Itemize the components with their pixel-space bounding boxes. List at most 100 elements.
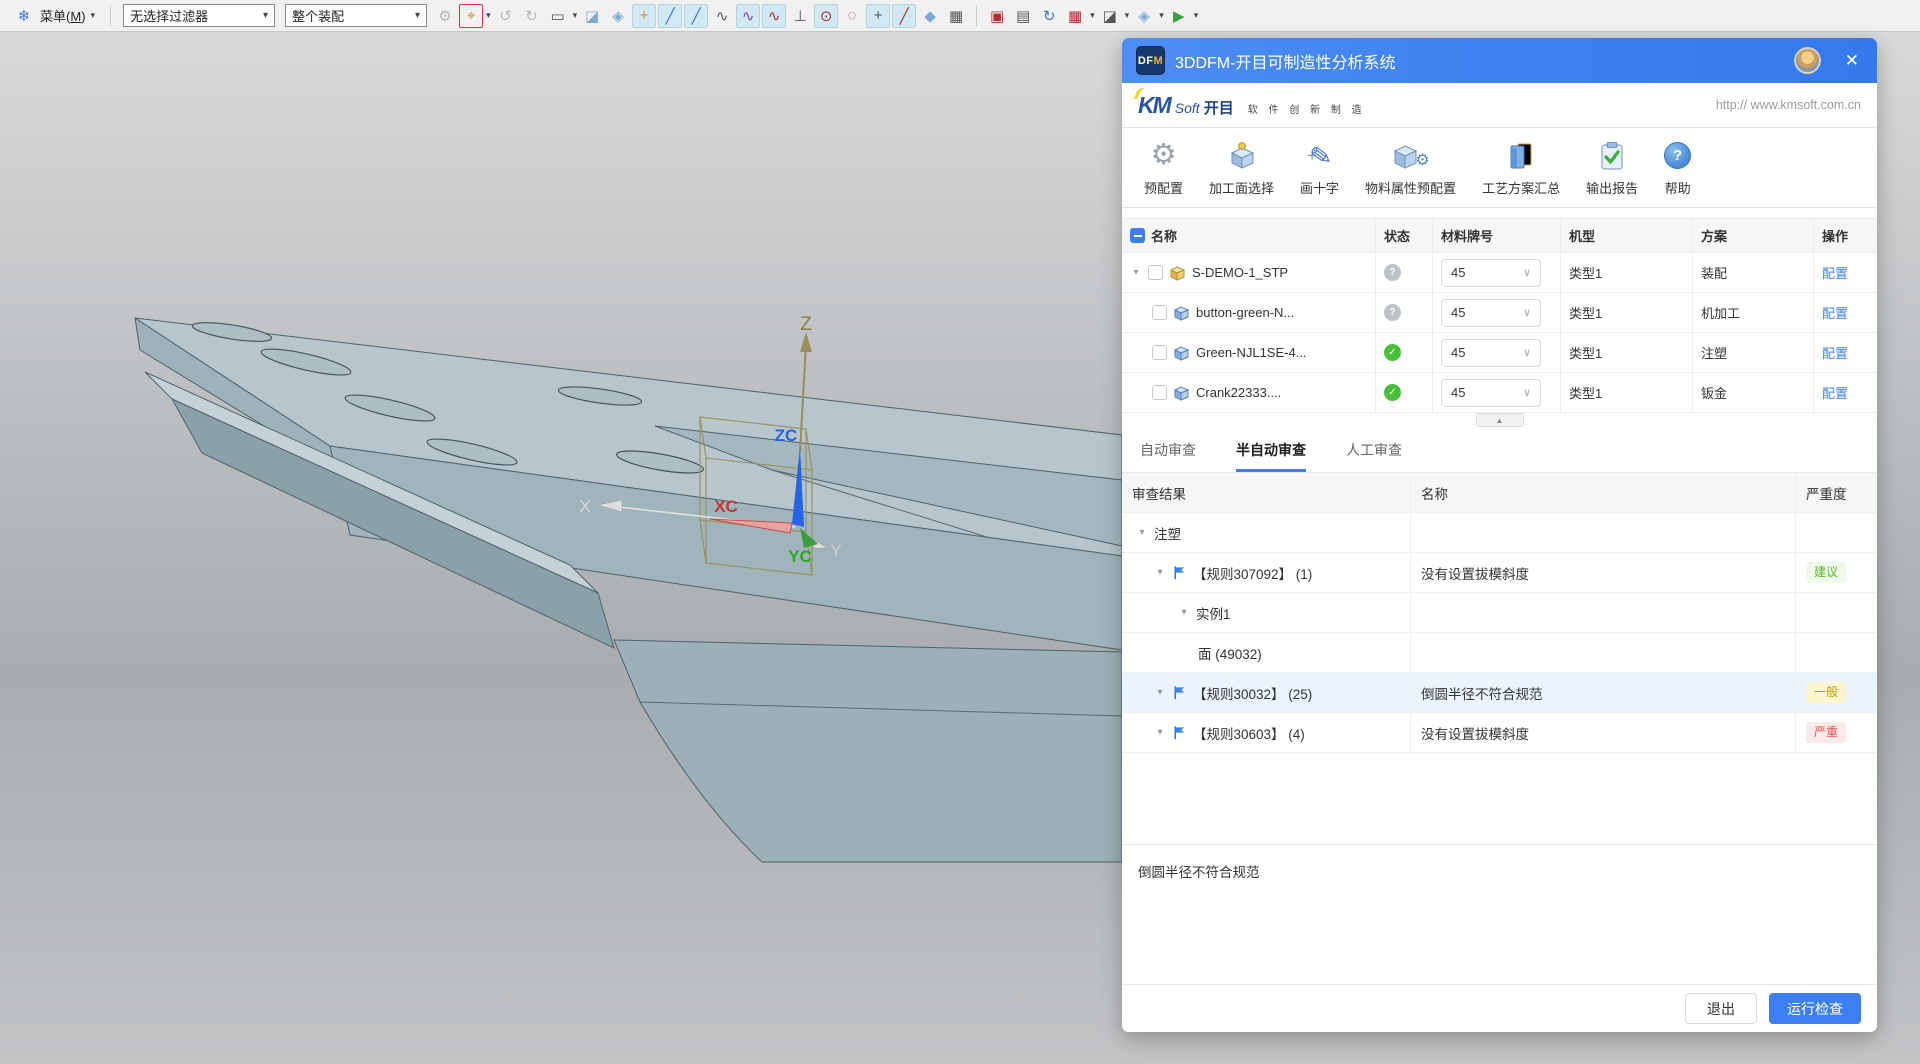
translucent-cube-icon[interactable]: ◈ <box>606 4 630 28</box>
slash-tool-icon[interactable]: ╱ <box>892 4 916 28</box>
refresh-view-icon[interactable]: ↻ <box>1037 4 1061 28</box>
material-select[interactable]: 45 ∨ <box>1441 259 1541 287</box>
wave-curve-tool-icon[interactable]: ∿ <box>762 4 786 28</box>
line-angle-tool-icon[interactable]: ╱ <box>684 4 708 28</box>
configure-link[interactable]: 配置 <box>1822 263 1848 282</box>
part-icon <box>1173 305 1190 321</box>
screen-layout-icon[interactable]: ▦ <box>1063 4 1087 28</box>
view-orient-cube-icon[interactable]: ◈ <box>1132 4 1156 28</box>
dfm-logo-icon: DFM <box>1136 46 1165 75</box>
surface-tool-icon[interactable]: ◆ <box>918 4 942 28</box>
chevron-down-icon: ▾ <box>415 10 420 21</box>
point-tool-icon[interactable]: + <box>866 4 890 28</box>
table-row[interactable]: 面 (49032) <box>1122 633 1877 673</box>
table-row[interactable]: ▾ 【规则30603】 (4) 没有设置拔模斜度 严重 <box>1122 713 1877 753</box>
preconfig-button[interactable]: ⚙ 预配置 <box>1134 135 1193 201</box>
selection-scope-select[interactable]: 整个装配 ▾ <box>285 4 427 27</box>
curve-tool-icon[interactable]: ∿ <box>710 4 734 28</box>
configure-link[interactable]: 配置 <box>1822 303 1848 322</box>
row-checkbox[interactable] <box>1152 385 1167 400</box>
draw-cross-button[interactable]: + ✎ 画十字 <box>1290 135 1349 201</box>
exit-button[interactable]: 退出 <box>1685 993 1757 1024</box>
redo-icon[interactable]: ↻ <box>520 4 544 28</box>
row-checkbox[interactable] <box>1148 265 1163 280</box>
toolbar-separator <box>110 5 111 27</box>
axis-label-zc: ZC <box>775 426 798 445</box>
table-row[interactable]: Crank22333.... ✓ 45 ∨ 类型1 钣金 配置 <box>1122 373 1877 413</box>
table-row[interactable]: ▾ 实例1 <box>1122 593 1877 633</box>
table-row[interactable]: button-green-N... ? 45 ∨ 类型1 机加工 配置 <box>1122 293 1877 333</box>
datum-grid-icon[interactable]: ▦ <box>944 4 968 28</box>
configure-link[interactable]: 配置 <box>1822 343 1848 362</box>
tab-semi-auto-review[interactable]: 半自动审查 <box>1236 431 1306 472</box>
menu-button[interactable]: ❄ 菜单(M) ▾ <box>6 4 102 28</box>
chevron-down-icon[interactable]: ▾ <box>1194 10 1199 21</box>
marquee-select-icon[interactable]: ▭ <box>546 4 570 28</box>
render-style-icon[interactable]: ◪ <box>1098 4 1122 28</box>
assembly-constraints-icon[interactable]: ⚙ <box>433 4 457 28</box>
line-tool-icon[interactable]: ╱ <box>658 4 682 28</box>
zoom-window-icon[interactable]: ▣ <box>985 4 1009 28</box>
brand-url: http:// www.kmsoft.com.cn <box>1716 98 1861 112</box>
assembly-icon <box>1169 265 1186 281</box>
pan-tool-icon[interactable]: + <box>632 4 656 28</box>
shaded-view-icon[interactable]: ◪ <box>580 4 604 28</box>
select-all-checkbox[interactable] <box>1130 228 1145 243</box>
rule-flag-icon <box>1172 685 1187 700</box>
circle-center-tool-icon[interactable]: ⊙ <box>814 4 838 28</box>
process-plan-summary-button[interactable]: 工艺方案汇总 <box>1472 135 1570 201</box>
report-check-icon <box>1599 139 1625 173</box>
help-icon: ? <box>1664 142 1691 169</box>
material-property-preconfig-button[interactable]: ⚙ 物料属性预配置 <box>1355 135 1466 201</box>
row-expander-icon[interactable]: ▾ <box>1130 267 1142 278</box>
machining-face-select-button[interactable]: 加工面选择 <box>1199 135 1284 201</box>
close-icon[interactable]: ✕ <box>1841 51 1863 71</box>
axis-label-x: X <box>579 497 590 516</box>
axis-tool-icon[interactable]: ⊥ <box>788 4 812 28</box>
chevron-down-icon[interactable]: ▾ <box>1159 10 1164 21</box>
row-checkbox[interactable] <box>1152 345 1167 360</box>
row-expander-icon[interactable]: ▾ <box>1154 567 1166 578</box>
material-select[interactable]: 45 ∨ <box>1441 379 1541 407</box>
chevron-down-icon: ∨ <box>1523 306 1531 319</box>
row-expander-icon[interactable]: ▾ <box>1154 687 1166 698</box>
run-check-button[interactable]: 运行检查 <box>1769 993 1861 1024</box>
panel-titlebar[interactable]: DFM 3DDFM-开目可制造性分析系统 ✕ <box>1122 38 1877 83</box>
status-ok-icon: ✓ <box>1384 384 1401 401</box>
selection-filter-select[interactable]: 无选择过滤器 ▾ <box>123 4 275 27</box>
parts-table-header: 名称 状态 材料牌号 机型 方案 操作 <box>1122 219 1877 253</box>
row-expander-icon[interactable]: ▾ <box>1136 527 1148 538</box>
cad-toolbar: ❄ 菜单(M) ▾ 无选择过滤器 ▾ 整个装配 ▾ ⚙ ⌖ ▾ ↺ ↻ ▭ ▾ … <box>0 0 1920 32</box>
review-tabs: 自动审查 半自动审查 人工审查 <box>1122 431 1877 473</box>
material-select[interactable]: 45 ∨ <box>1441 339 1541 367</box>
table-row[interactable]: ▾ S-DEMO-1_STP ? 45 ∨ 类型1 装配 配置 <box>1122 253 1877 293</box>
circle-dashed-tool-icon[interactable]: ◌ <box>840 4 864 28</box>
review-results-table: 审查结果 名称 严重度 ▾ 注塑 ▾ 【规则307092】 (1) 没有 <box>1122 473 1877 845</box>
play-analysis-icon[interactable]: ▶ <box>1167 4 1191 28</box>
pan-view-icon[interactable]: ▤ <box>1011 4 1035 28</box>
row-checkbox[interactable] <box>1152 305 1167 320</box>
table-row[interactable]: Green-NJL1SE-4... ✓ 45 ∨ 类型1 注塑 配置 <box>1122 333 1877 373</box>
user-avatar[interactable] <box>1794 47 1821 74</box>
chevron-down-icon[interactable]: ▾ <box>1090 10 1095 21</box>
undo-icon[interactable]: ↺ <box>494 4 518 28</box>
chevron-down-icon[interactable]: ▾ <box>486 10 491 21</box>
tab-manual-review[interactable]: 人工审查 <box>1346 431 1402 472</box>
tab-auto-review[interactable]: 自动审查 <box>1140 431 1196 472</box>
table-row[interactable]: ▾ 【规则307092】 (1) 没有设置拔模斜度 建议 <box>1122 553 1877 593</box>
snap-point-filter-icon[interactable]: ⌖ <box>459 4 483 28</box>
row-expander-icon[interactable]: ▾ <box>1154 727 1166 738</box>
help-button[interactable]: ? 帮助 <box>1654 135 1701 201</box>
chevron-down-icon[interactable]: ▾ <box>573 10 578 21</box>
rule-flag-icon <box>1172 725 1187 740</box>
table-row-selected[interactable]: ▾ 【规则30032】 (25) 倒圆半径不符合规范 一般 <box>1122 673 1877 713</box>
spline-tool-icon[interactable]: ∿ <box>736 4 760 28</box>
export-report-button[interactable]: 输出报告 <box>1576 135 1648 201</box>
configure-link[interactable]: 配置 <box>1822 383 1848 402</box>
dfm-analysis-panel: DFM 3DDFM-开目可制造性分析系统 ✕ KM Soft 开目 软 件 创 … <box>1122 38 1877 1032</box>
row-expander-icon[interactable]: ▾ <box>1178 607 1190 618</box>
chevron-down-icon[interactable]: ▾ <box>1125 10 1130 21</box>
table-row[interactable]: ▾ 注塑 <box>1122 513 1877 553</box>
material-select[interactable]: 45 ∨ <box>1441 299 1541 327</box>
scroll-up-button[interactable]: ▲ <box>1476 413 1524 427</box>
